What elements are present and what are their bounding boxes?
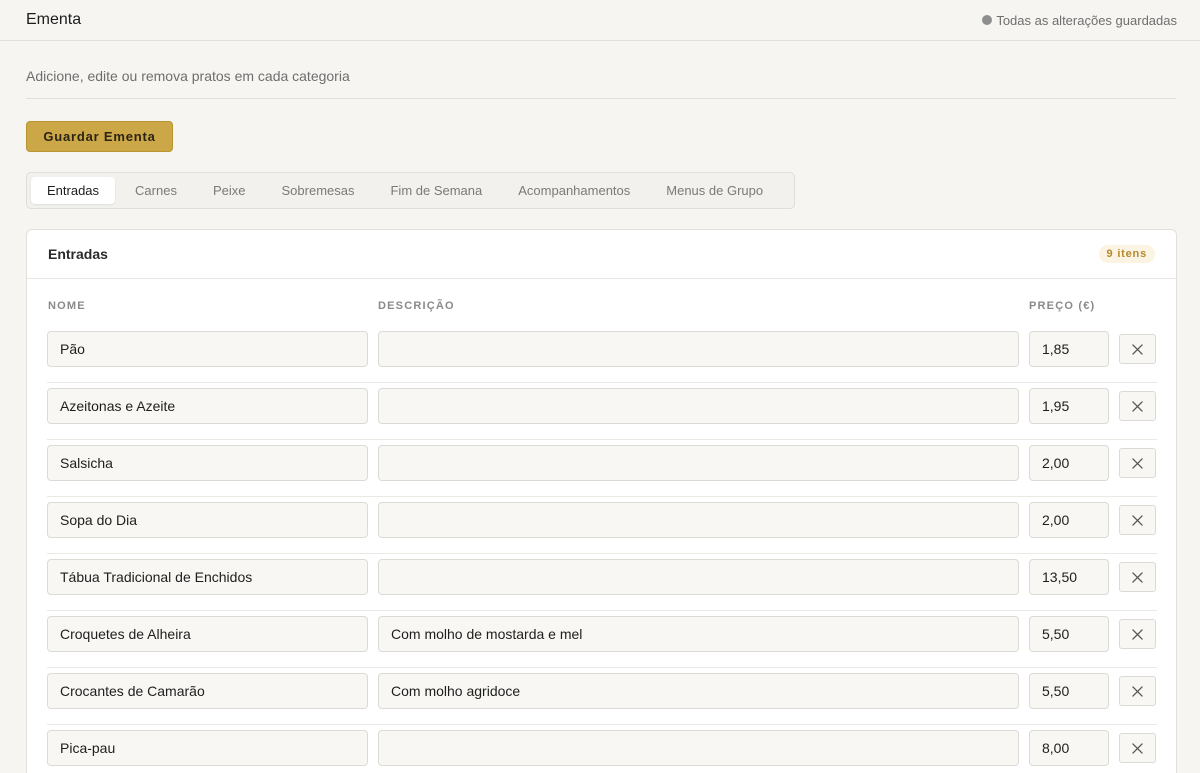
section-title: Entradas (48, 246, 108, 262)
close-icon (1132, 400, 1143, 412)
item-list (47, 326, 1157, 773)
item-description-input[interactable] (378, 559, 1019, 595)
delete-item-button[interactable] (1119, 733, 1156, 763)
item-price-input[interactable] (1029, 559, 1109, 595)
table-row (47, 497, 1157, 554)
item-price-input[interactable] (1029, 502, 1109, 538)
page-subtitle: Adicione, edite ou remova pratos em cada… (26, 68, 350, 84)
delete-item-button[interactable] (1119, 391, 1156, 421)
close-icon (1132, 571, 1143, 583)
tab-peixe[interactable]: Peixe (197, 177, 262, 204)
item-description-input[interactable] (378, 673, 1019, 709)
column-header-price: PREÇO (€) (1029, 300, 1096, 312)
item-price-input[interactable] (1029, 388, 1109, 424)
card-header: Entradas 9 itens (27, 230, 1176, 279)
item-price-input[interactable] (1029, 730, 1109, 766)
status-dot-icon (982, 15, 993, 25)
item-name-input[interactable] (47, 388, 368, 424)
tab-carnes[interactable]: Carnes (119, 177, 193, 204)
item-name-input[interactable] (47, 445, 368, 481)
item-description-input[interactable] (378, 445, 1019, 481)
save-menu-button[interactable]: Guardar Ementa (26, 121, 173, 152)
save-status-text: Todas as alterações guardadas (996, 12, 1177, 28)
item-price-input[interactable] (1029, 673, 1109, 709)
item-name-input[interactable] (47, 730, 368, 766)
column-headers: NOME DESCRIÇÃO PREÇO (€) (27, 300, 1176, 314)
delete-item-button[interactable] (1119, 505, 1156, 535)
tab-entradas[interactable]: Entradas (31, 177, 116, 204)
divider (26, 98, 1176, 99)
item-description-input[interactable] (378, 331, 1019, 367)
item-count-badge: 9 itens (1098, 245, 1155, 263)
save-status: Todas as alterações guardadas (982, 13, 1177, 28)
close-icon (1132, 685, 1143, 697)
category-tabs: Entradas Carnes Peixe Sobremesas Fim de … (26, 172, 795, 209)
table-row (47, 668, 1157, 725)
tab-fim-de-semana[interactable]: Fim de Semana (374, 177, 498, 204)
close-icon (1132, 742, 1143, 754)
column-header-description: DESCRIÇÃO (378, 300, 455, 312)
tab-menus-de-grupo[interactable]: Menus de Grupo (650, 177, 779, 204)
delete-item-button[interactable] (1119, 562, 1156, 592)
close-icon (1132, 343, 1143, 355)
item-name-input[interactable] (47, 331, 368, 367)
delete-item-button[interactable] (1119, 448, 1156, 478)
item-name-input[interactable] (47, 559, 368, 595)
item-description-input[interactable] (378, 388, 1019, 424)
table-row (47, 611, 1157, 668)
item-name-input[interactable] (47, 616, 368, 652)
tab-sobremesas[interactable]: Sobremesas (266, 177, 371, 204)
tab-acompanhamentos[interactable]: Acompanhamentos (502, 177, 646, 204)
item-description-input[interactable] (378, 730, 1019, 766)
table-row (47, 554, 1157, 611)
category-card: Entradas 9 itens NOME DESCRIÇÃO PREÇO (€… (26, 229, 1177, 773)
item-price-input[interactable] (1029, 616, 1109, 652)
table-row (47, 725, 1157, 773)
item-description-input[interactable] (378, 502, 1019, 538)
top-bar: Ementa Todas as alterações guardadas (0, 0, 1200, 41)
item-name-input[interactable] (47, 502, 368, 538)
delete-item-button[interactable] (1119, 334, 1156, 364)
table-row (47, 440, 1157, 497)
item-name-input[interactable] (47, 673, 368, 709)
table-row (47, 326, 1157, 383)
delete-item-button[interactable] (1119, 619, 1156, 649)
close-icon (1132, 628, 1143, 640)
item-price-input[interactable] (1029, 445, 1109, 481)
item-price-input[interactable] (1029, 331, 1109, 367)
close-icon (1132, 514, 1143, 526)
close-icon (1132, 457, 1143, 469)
item-description-input[interactable] (378, 616, 1019, 652)
column-header-name: NOME (48, 300, 86, 312)
page-title: Ementa (26, 11, 82, 28)
delete-item-button[interactable] (1119, 676, 1156, 706)
table-row (47, 383, 1157, 440)
